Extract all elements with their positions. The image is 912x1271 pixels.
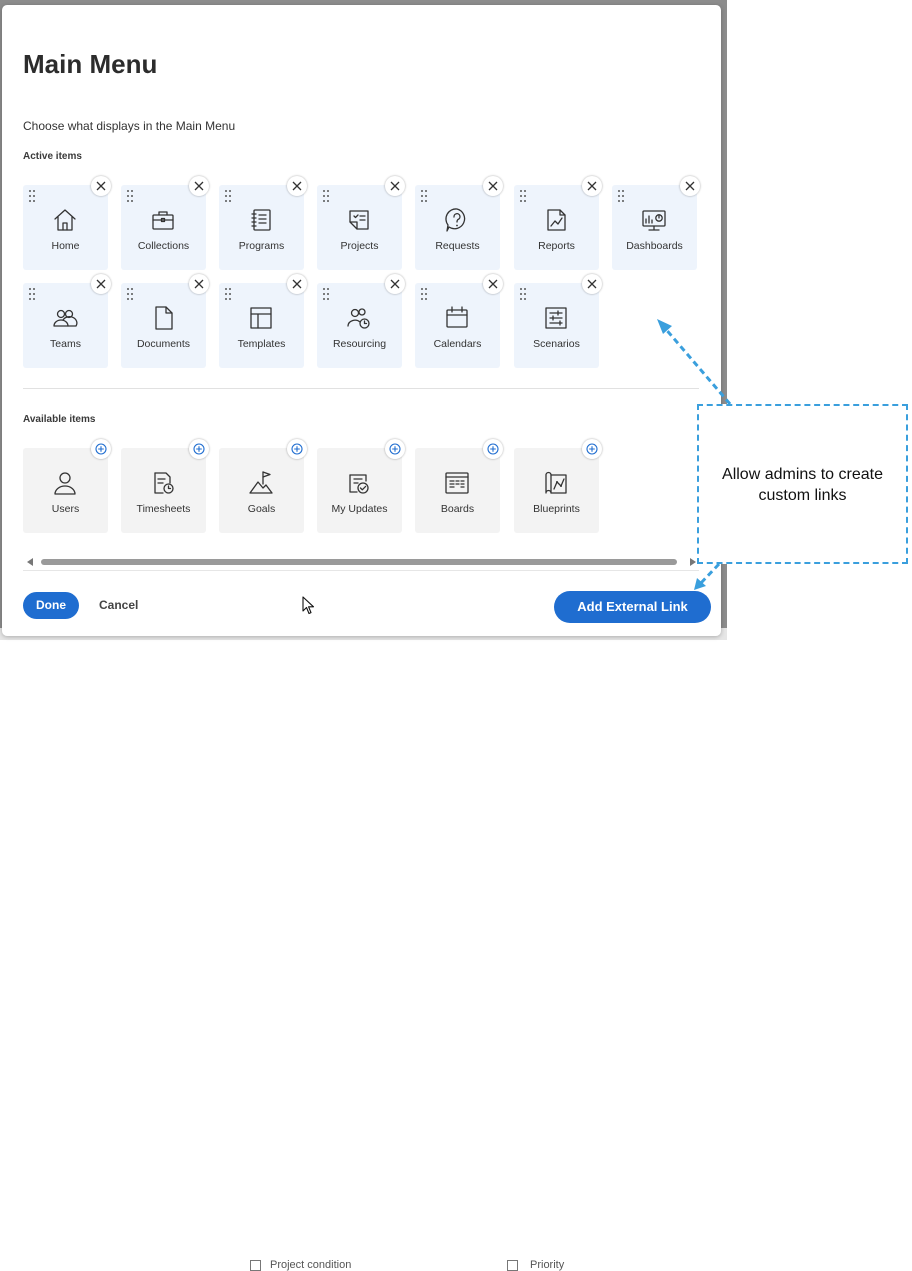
callout-text: Allow admins to create custom links	[699, 464, 906, 506]
background-row-label: Project condition	[270, 1259, 352, 1271]
background-checkbox	[250, 1260, 261, 1271]
background-row-label: Priority	[530, 1259, 565, 1271]
annotation-callout: Allow admins to create custom links	[697, 404, 908, 564]
background-checkbox	[507, 1260, 518, 1271]
callout-line: custom links	[758, 487, 847, 504]
callout-arrow-line	[662, 326, 732, 405]
callout-line: Allow admins to create	[722, 466, 883, 483]
callout-arrow-line	[698, 562, 721, 586]
